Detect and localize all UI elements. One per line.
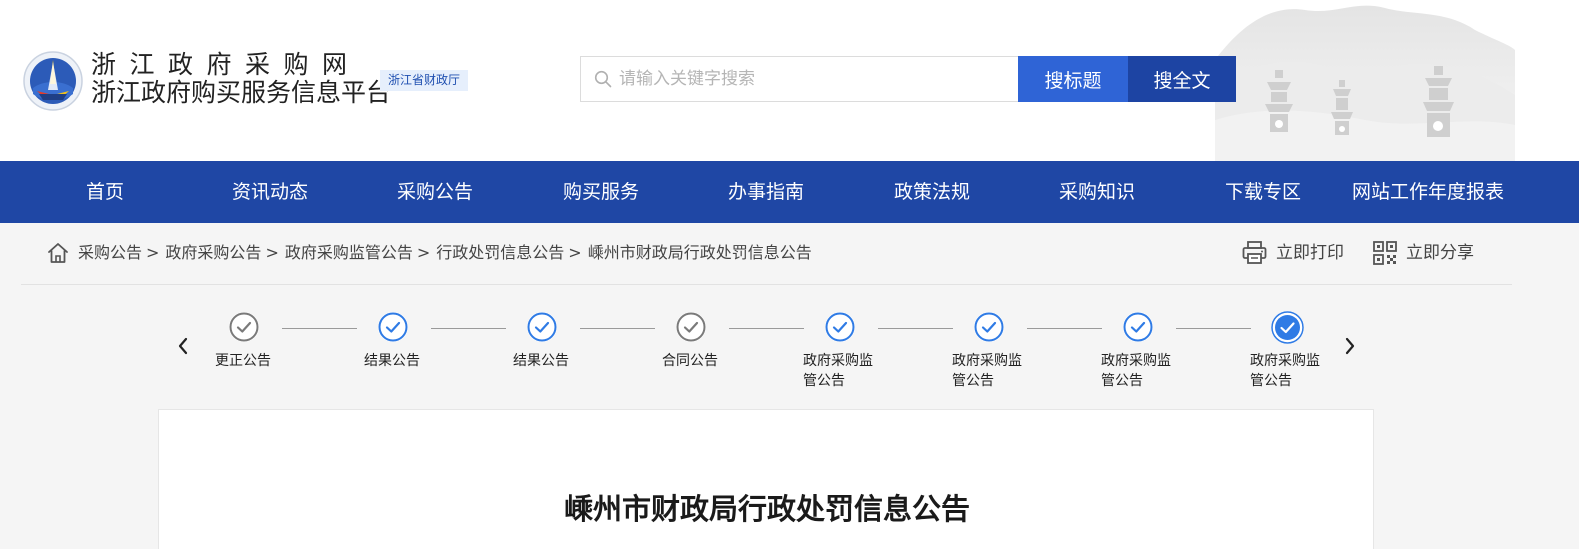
check-circle-icon xyxy=(527,312,557,342)
nav-downloads[interactable]: 下载专区 xyxy=(1225,161,1301,223)
timeline-connector xyxy=(878,328,953,329)
nav-procurement-notice[interactable]: 采购公告 xyxy=(397,161,473,223)
timeline-step-marker[interactable] xyxy=(676,312,706,342)
check-circle-icon xyxy=(229,312,259,342)
check-circle-filled-icon xyxy=(1271,311,1304,344)
breadcrumb-item[interactable]: 政府采购公告 xyxy=(165,243,261,262)
dept-badge[interactable]: 浙江省财政厅 xyxy=(380,70,469,91)
search-fulltext-button[interactable]: 搜全文 xyxy=(1128,56,1236,102)
timeline-step-marker[interactable] xyxy=(1123,312,1153,342)
timeline-step-marker[interactable] xyxy=(527,312,557,342)
nav-annual-report[interactable]: 网站工作年度报表 xyxy=(1352,161,1504,223)
nav-purchase-service[interactable]: 购买服务 xyxy=(563,161,639,223)
search-icon xyxy=(594,70,612,88)
search-box xyxy=(580,56,1020,102)
check-circle-icon xyxy=(676,312,706,342)
timeline-connector xyxy=(1176,328,1251,329)
search-input[interactable] xyxy=(619,65,1009,93)
timeline-connector xyxy=(729,328,804,329)
zhejiang-procurement-logo[interactable] xyxy=(23,50,83,112)
timeline-step-label[interactable]: 政府采购监管公告 xyxy=(803,351,885,391)
share-button[interactable]: 立即分享 xyxy=(1406,242,1474,264)
breadcrumb-item[interactable]: 政府采购监管公告 xyxy=(285,243,413,262)
timeline-connector xyxy=(580,328,655,329)
site-name-line2: 浙江政府购买服务信息平台 xyxy=(91,78,392,107)
qrcode-icon[interactable] xyxy=(1372,240,1398,266)
search-title-button[interactable]: 搜标题 xyxy=(1018,56,1128,102)
check-circle-icon xyxy=(1123,312,1153,342)
timeline-step-marker[interactable] xyxy=(378,312,408,342)
chevron-right-icon[interactable] xyxy=(1343,336,1357,356)
chevron-left-icon[interactable] xyxy=(176,336,190,356)
article-panel: 嵊州市财政局行政处罚信息公告 xyxy=(158,409,1374,549)
nav-home[interactable]: 首页 xyxy=(86,161,124,223)
breadcrumb-separator: > xyxy=(146,243,160,262)
timeline-step-marker[interactable] xyxy=(825,312,855,342)
timeline-step-label[interactable]: 合同公告 xyxy=(662,351,744,371)
breadcrumb-separator: > xyxy=(265,243,279,262)
nav-news[interactable]: 资讯动态 xyxy=(232,161,308,223)
site-name-line1: 浙江政府采购网 xyxy=(91,50,361,79)
timeline-step-label[interactable]: 更正公告 xyxy=(215,351,297,371)
check-circle-icon xyxy=(378,312,408,342)
print-button[interactable]: 立即打印 xyxy=(1276,242,1344,264)
breadcrumb-trail: 采购公告 > 政府采购公告 > 政府采购监管公告 > 行政处罚信息公告 > 嵊州市财政局行政处罚… xyxy=(78,242,812,264)
timeline-step-marker-current[interactable] xyxy=(1271,311,1304,344)
article-title: 嵊州市财政局行政处罚信息公告 xyxy=(563,492,970,526)
breadcrumb-current: 嵊州市财政局行政处罚信息公告 xyxy=(587,243,812,262)
mountain-pagoda-decoration xyxy=(1215,5,1515,161)
check-circle-icon xyxy=(825,312,855,342)
nav-knowledge[interactable]: 采购知识 xyxy=(1059,161,1135,223)
breadcrumb-separator: > xyxy=(416,243,431,262)
main-nav: 首页 资讯动态 采购公告 购买服务 办事指南 政策法规 采购知识 下载专区 网站… xyxy=(0,161,1579,223)
timeline-connector xyxy=(282,328,357,329)
timeline-step-marker[interactable] xyxy=(974,312,1004,342)
timeline-step-marker[interactable] xyxy=(229,312,259,342)
timeline-step-label[interactable]: 政府采购监管公告 xyxy=(1250,351,1332,391)
breadcrumb-item[interactable]: 采购公告 xyxy=(78,243,142,262)
timeline-step-label[interactable]: 政府采购监管公告 xyxy=(952,351,1034,391)
timeline-step-label[interactable]: 结果公告 xyxy=(364,351,446,371)
timeline-connector xyxy=(1027,328,1102,329)
timeline-step-label[interactable]: 结果公告 xyxy=(513,351,595,371)
breadcrumb: 采购公告 > 政府采购公告 > 政府采购监管公告 > 行政处罚信息公告 > 嵊州市财政局行政处罚… xyxy=(21,223,1512,285)
home-icon[interactable] xyxy=(46,241,70,265)
check-circle-icon xyxy=(974,312,1004,342)
printer-icon[interactable] xyxy=(1241,239,1268,266)
nav-policy[interactable]: 政策法规 xyxy=(894,161,970,223)
timeline-connector xyxy=(431,328,506,329)
breadcrumb-separator: > xyxy=(568,243,582,262)
site-header: 浙江政府采购网 浙江政府购买服务信息平台 浙江省财政厅 搜标题 搜全文 xyxy=(0,0,1579,161)
breadcrumb-item[interactable]: 行政处罚信息公告 xyxy=(436,243,564,262)
timeline-step-label[interactable]: 政府采购监管公告 xyxy=(1101,351,1183,391)
nav-guide[interactable]: 办事指南 xyxy=(728,161,804,223)
